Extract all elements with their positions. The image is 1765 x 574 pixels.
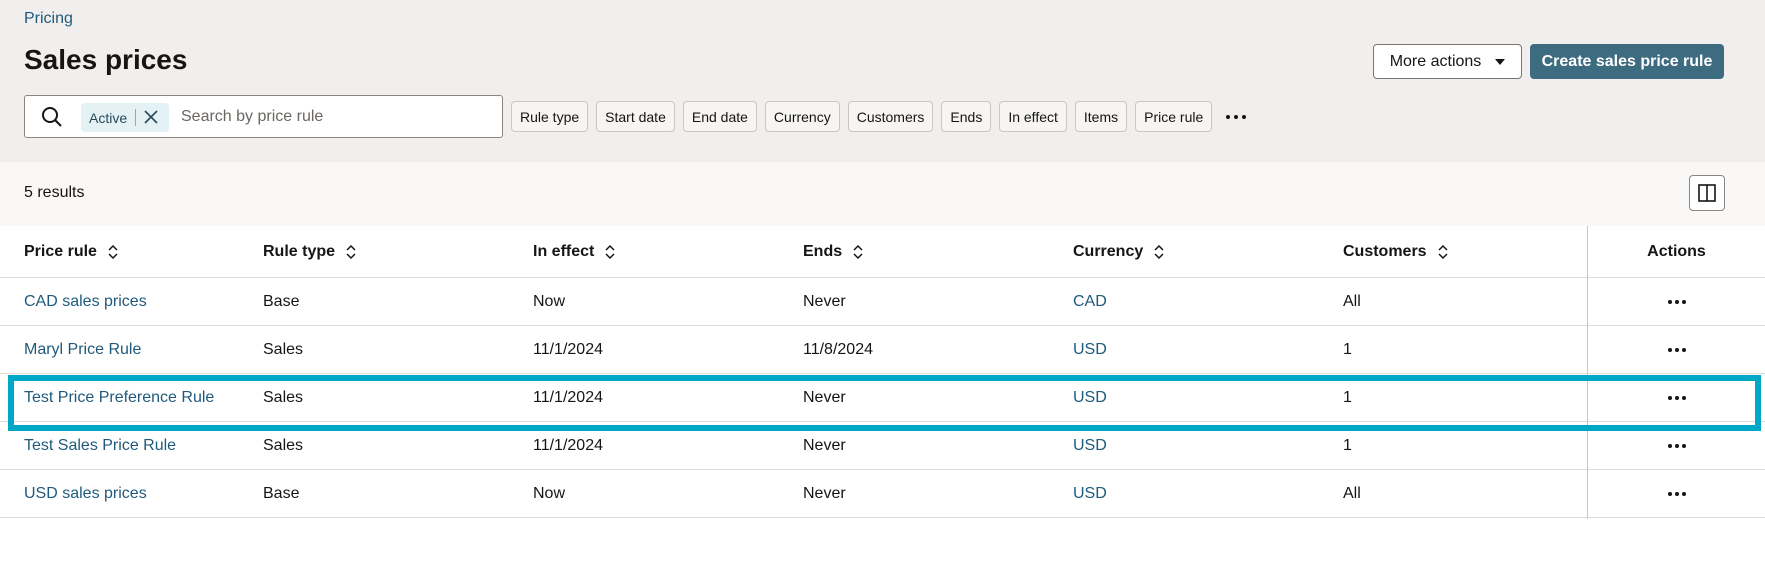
filter-chip-start-date[interactable]: Start date	[596, 101, 675, 132]
row-actions-button[interactable]	[1588, 326, 1765, 373]
cell-price-rule[interactable]: USD sales prices	[24, 470, 147, 517]
cell-ends: 11/8/2024	[803, 340, 873, 358]
column-header-label: Currency	[1073, 242, 1144, 260]
column-header-customers[interactable]: Customers	[1343, 226, 1449, 277]
cell-customers: All	[1343, 292, 1361, 310]
table-row: Maryl Price Rule Sales 11/1/2024 11/8/2024 U…	[0, 326, 1765, 374]
cell-price-rule[interactable]: Test Sales Price Rule	[24, 422, 176, 469]
cell-in-effect: Now	[533, 484, 566, 502]
cell-in-effect: 11/1/2024	[533, 436, 603, 454]
row-actions-button[interactable]	[1588, 422, 1765, 469]
row-actions-button[interactable]	[1588, 278, 1765, 325]
more-horizontal-icon	[1667, 299, 1686, 304]
chip-divider	[135, 109, 136, 126]
table-row: Test Sales Price Rule Sales 11/1/2024 Never…	[0, 422, 1765, 470]
cell-currency[interactable]: USD	[1073, 326, 1107, 373]
page-title: Sales prices	[24, 44, 188, 75]
column-header-in-effect[interactable]: In effect	[533, 226, 616, 277]
cell-rule-type: Base	[263, 484, 300, 502]
cell-customers: All	[1343, 484, 1361, 502]
column-header-label: Ends	[803, 242, 843, 260]
column-header-rule-type[interactable]: Rule type	[263, 226, 357, 277]
more-horizontal-icon	[1667, 491, 1686, 496]
results-bar: 5 results	[0, 162, 1765, 226]
column-header-price-rule[interactable]: Price rule	[24, 226, 119, 277]
more-horizontal-icon	[1226, 114, 1247, 119]
search-field[interactable]: Active	[24, 95, 503, 138]
cell-ends: Never	[803, 388, 846, 406]
results-count: 5 results	[24, 184, 85, 201]
sort-icon	[108, 244, 118, 259]
more-actions-label: More actions	[1389, 52, 1482, 70]
filter-chip-ends[interactable]: Ends	[941, 101, 992, 132]
sort-icon	[605, 244, 615, 259]
search-input[interactable]	[181, 105, 481, 129]
actions-column-divider	[1587, 226, 1588, 519]
table-row: Test Price Preference Rule Sales 11/1/2024…	[0, 374, 1765, 422]
more-filters-button[interactable]	[1220, 101, 1252, 132]
more-horizontal-icon	[1667, 443, 1686, 448]
column-header-actions: Actions	[1647, 242, 1706, 260]
price-rules-table: Price rule Rule type In effect Ends Currency…	[0, 226, 1765, 518]
table-row: USD sales prices Base Now Never USD All	[0, 470, 1765, 518]
cell-rule-type: Sales	[263, 388, 304, 406]
sort-icon	[1438, 244, 1448, 259]
active-filter-chip: Active	[81, 103, 169, 132]
columns-icon	[1698, 184, 1716, 202]
cell-ends: Never	[803, 484, 846, 502]
sort-icon	[1154, 244, 1164, 259]
cell-in-effect: Now	[533, 292, 566, 310]
filter-chip-currency[interactable]: Currency	[764, 101, 840, 132]
column-header-label: Price rule	[24, 242, 97, 260]
cell-rule-type: Sales	[263, 340, 304, 358]
cell-price-rule[interactable]: Maryl Price Rule	[24, 326, 141, 373]
column-header-label: In effect	[533, 242, 595, 260]
more-actions-button[interactable]: More actions	[1373, 44, 1522, 79]
search-icon	[42, 107, 62, 127]
table-header-row: Price rule Rule type In effect Ends Currency…	[0, 226, 1765, 278]
cell-rule-type: Sales	[263, 436, 304, 454]
filter-chip-items[interactable]: Items	[1074, 101, 1128, 132]
cell-currency[interactable]: USD	[1073, 470, 1107, 517]
cell-customers: 1	[1343, 436, 1352, 454]
more-horizontal-icon	[1667, 347, 1686, 352]
column-header-ends[interactable]: Ends	[803, 226, 864, 277]
filter-chip-customers[interactable]: Customers	[847, 101, 934, 132]
filter-chip-end-date[interactable]: End date	[682, 101, 757, 132]
column-header-label: Rule type	[263, 242, 336, 260]
cell-currency[interactable]: CAD	[1073, 278, 1107, 325]
cell-price-rule[interactable]: Test Price Preference Rule	[24, 374, 214, 421]
breadcrumb-pricing[interactable]: Pricing	[24, 10, 73, 28]
cell-customers: 1	[1343, 340, 1352, 358]
row-actions-button[interactable]	[1588, 470, 1765, 517]
column-header-label: Customers	[1343, 242, 1427, 260]
cell-rule-type: Base	[263, 292, 300, 310]
cell-currency[interactable]: USD	[1073, 374, 1107, 421]
more-horizontal-icon	[1667, 395, 1686, 400]
cell-currency[interactable]: USD	[1073, 422, 1107, 469]
table-row: CAD sales prices Base Now Never CAD All	[0, 278, 1765, 326]
sort-icon	[346, 244, 356, 259]
column-layout-button[interactable]	[1689, 175, 1725, 211]
cell-price-rule[interactable]: CAD sales prices	[24, 278, 147, 325]
filter-chip-price-rule[interactable]: Price rule	[1135, 101, 1213, 132]
page-header: Pricing Sales prices More actions Create…	[0, 0, 1765, 162]
row-actions-button[interactable]	[1588, 374, 1765, 421]
caret-down-icon	[1495, 58, 1506, 65]
active-chip-label: Active	[89, 109, 128, 126]
cell-ends: Never	[803, 436, 846, 454]
cell-in-effect: 11/1/2024	[533, 340, 603, 358]
cell-in-effect: 11/1/2024	[533, 388, 603, 406]
close-icon[interactable]	[143, 109, 159, 125]
filter-chips: Rule type Start date End date Currency Custo…	[511, 101, 1252, 132]
column-header-currency[interactable]: Currency	[1073, 226, 1165, 277]
cell-ends: Never	[803, 292, 846, 310]
filter-chip-in-effect[interactable]: In effect	[999, 101, 1067, 132]
create-sales-price-rule-button[interactable]: Create sales price rule	[1530, 44, 1724, 79]
cell-customers: 1	[1343, 388, 1352, 406]
sort-icon	[853, 244, 863, 259]
filter-chip-rule-type[interactable]: Rule type	[511, 101, 589, 132]
